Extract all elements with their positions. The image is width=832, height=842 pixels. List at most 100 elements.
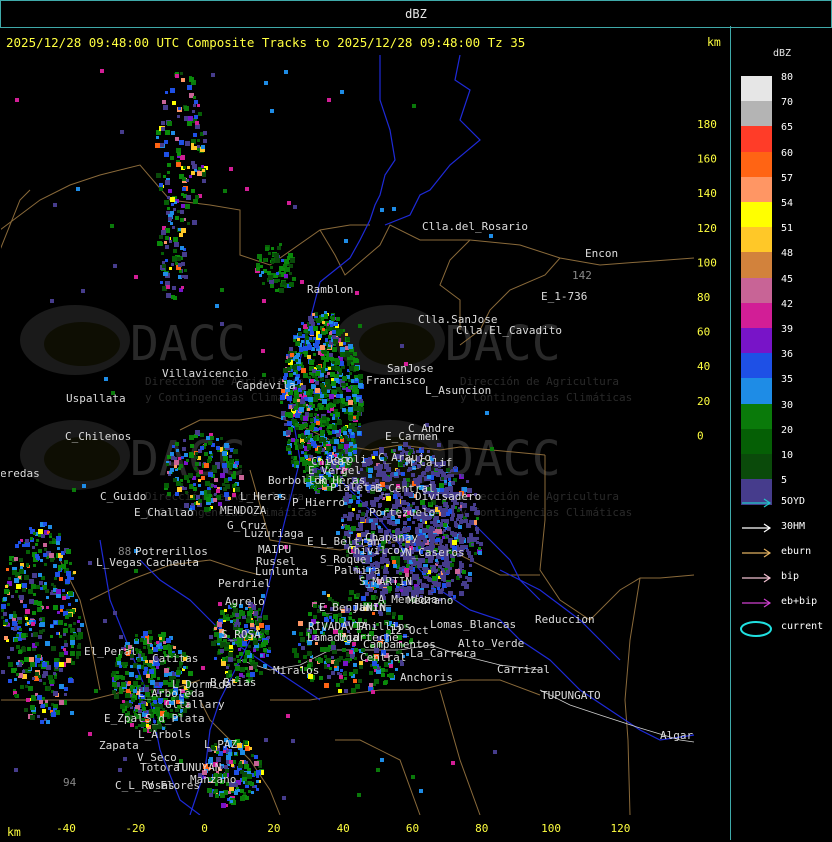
window-title: dBZ xyxy=(405,7,427,21)
border-line xyxy=(539,455,695,621)
place-label: SanJose xyxy=(387,362,433,375)
colorbar-cell xyxy=(741,202,772,228)
x-tick-label: 40 xyxy=(337,822,350,835)
place-label: S_d_Plata xyxy=(145,712,205,725)
boundary-line xyxy=(469,519,541,601)
x-tick-label: 120 xyxy=(610,822,630,835)
colorbar-label: 36 xyxy=(781,349,794,361)
place-label: E_Challao xyxy=(134,506,194,519)
place-label: L_Heras xyxy=(240,490,286,503)
place-label: Divisadero xyxy=(415,490,481,503)
colorbar-label: 20 xyxy=(781,424,794,436)
radar-map[interactable]: DACC Dirección de Agricultura y Contingenc… xyxy=(0,54,713,816)
place-label: Ramblon xyxy=(307,283,353,296)
place-label: Miralos xyxy=(273,664,319,677)
place-label: N_Caseros xyxy=(405,546,465,559)
border-line xyxy=(439,689,481,816)
x-tick-label: 20 xyxy=(267,822,280,835)
place-label: Catitas xyxy=(152,652,198,665)
colorbar-cell xyxy=(741,378,772,405)
place-label: Francisco xyxy=(366,374,426,387)
border-line xyxy=(335,739,421,816)
place-label: Clla.del_Rosario xyxy=(422,220,528,233)
colorbar-label: 70 xyxy=(781,97,794,109)
place-label: L_Arbols xyxy=(138,728,191,741)
x-tick-label: 80 xyxy=(475,822,488,835)
y-tick-label: 60 xyxy=(697,326,710,339)
place-label: S_MARTIN xyxy=(359,575,412,588)
km-unit-label-bottom: km xyxy=(7,825,21,839)
place-label: La_Carrera xyxy=(410,647,476,660)
track-legend-label: eburn xyxy=(781,546,812,557)
place-label: Agrelo xyxy=(225,595,265,608)
place-label: Portezuelo xyxy=(369,506,435,519)
place-label: Luzuriaga xyxy=(244,527,304,540)
place-label: L_PAZ xyxy=(204,738,237,751)
place-label: C_Chilenos xyxy=(65,430,131,443)
map-canvas: DACC Dirección de Agricultura y Contingenc… xyxy=(0,54,713,816)
border-line xyxy=(0,189,31,251)
colorbar-cell xyxy=(741,302,772,329)
y-tick-label: 0 xyxy=(697,429,704,442)
border-line xyxy=(624,577,641,816)
place-label: L_Vegas xyxy=(96,556,142,569)
place-label: Clla.El_Cavadito xyxy=(456,324,562,337)
y-tick-label: 160 xyxy=(697,153,717,166)
track-legend-label: bip xyxy=(781,571,800,582)
x-tick-label: 100 xyxy=(541,822,561,835)
current-ellipse-icon xyxy=(740,621,772,637)
place-label: Encon xyxy=(585,247,618,260)
colorbar-label: 5 xyxy=(781,475,788,487)
colorbar-cell xyxy=(741,126,772,153)
place-label: Gltallary xyxy=(165,698,225,711)
colorbar-label: 35 xyxy=(781,374,794,386)
track-arrow-icon xyxy=(742,573,772,583)
colorbar-cell xyxy=(741,454,772,480)
place-label: 142 xyxy=(572,269,592,282)
colorbar-label: 57 xyxy=(781,172,794,184)
colorbar-cell xyxy=(741,428,772,455)
place-label: M_Calif xyxy=(406,456,452,469)
km-unit-label-top: km xyxy=(707,35,721,49)
x-tick-label: -40 xyxy=(56,822,76,835)
track-legend-label: current xyxy=(781,621,824,632)
track-arrow-icon xyxy=(742,548,772,558)
colorbar-cell xyxy=(741,353,772,379)
place-label: Carrizal xyxy=(497,663,550,676)
place-label: Uspallata xyxy=(66,392,126,405)
track-arrow-icon xyxy=(742,598,772,608)
y-tick-label: 120 xyxy=(697,222,717,235)
y-tick-label: 140 xyxy=(697,187,717,200)
track-arrow-icon xyxy=(742,523,772,533)
colorbar-cell xyxy=(741,151,772,178)
place-label: TUPUNGATO xyxy=(541,689,601,702)
place-label: Medrano xyxy=(407,594,453,607)
place-label: Lomas_Blancas xyxy=(430,618,516,631)
place-label: C_Guido xyxy=(100,490,146,503)
track-legend-label: 5OYD xyxy=(781,496,806,507)
colorbar-label: 42 xyxy=(781,298,794,310)
x-tick-label: -20 xyxy=(125,822,145,835)
colorbar-label: 48 xyxy=(781,248,794,260)
colorbar-cell xyxy=(741,328,772,354)
colorbar-label: 54 xyxy=(781,198,794,209)
place-label: E_1-736 xyxy=(541,290,587,303)
track-legend-label: eb+bip xyxy=(781,596,818,607)
place-label: Central xyxy=(360,651,406,664)
place-label: Cacheuta xyxy=(146,556,199,569)
y-tick-label: 80 xyxy=(697,291,710,304)
place-label: MENDOZA xyxy=(220,504,267,517)
colorbar-label: 10 xyxy=(781,450,794,461)
legend-title: dBZ xyxy=(773,48,792,59)
y-tick-label: 180 xyxy=(697,118,717,131)
place-label: Algarrob xyxy=(660,729,695,742)
place-label: E_Zpal xyxy=(104,712,144,725)
place-label: P_Hierro xyxy=(292,496,345,509)
boundary-line xyxy=(384,54,481,226)
colorbar-cell xyxy=(741,176,772,203)
colorbar-label: 39 xyxy=(781,324,794,335)
place-label: Perdriel xyxy=(218,577,271,590)
colorbar-cell xyxy=(741,403,772,430)
place-label: S_ROSA xyxy=(221,628,261,641)
place-label: eredas xyxy=(1,467,40,480)
